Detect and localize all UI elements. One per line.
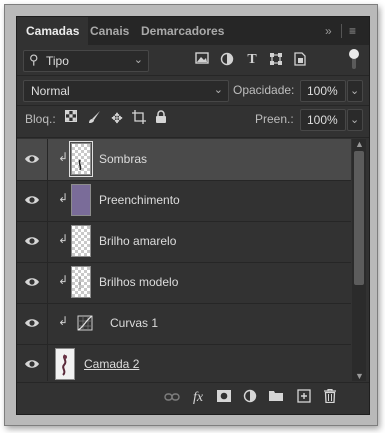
adjustment-layer-icon[interactable] (241, 389, 259, 407)
filter-toggle-switch[interactable] (349, 49, 359, 71)
link-layers-icon[interactable] (163, 389, 181, 407)
search-icon: ⚲ (29, 52, 39, 67)
layer-row-brilho-amarelo[interactable]: ↲ Brilho amarelo (17, 221, 351, 263)
opacity-dropdown[interactable]: ⌄ (347, 80, 363, 102)
toggle-knob (349, 49, 359, 59)
column-divider (47, 344, 48, 381)
layer-name[interactable]: Sombras (99, 152, 147, 166)
tab-camadas[interactable]: Camadas (17, 17, 89, 45)
eye-icon[interactable] (24, 233, 40, 249)
eye-icon[interactable] (24, 151, 40, 167)
layer-thumbnail[interactable] (71, 266, 91, 298)
opacity-label: Opacidade: (233, 83, 295, 97)
filter-kind-value: Tipo (46, 54, 69, 68)
curves-adjustment-icon[interactable] (77, 315, 93, 331)
scroll-down-icon[interactable]: ▼ (355, 371, 364, 381)
layers-panel: Camadas Canais Demarcadores » ≡ ⚲ Tipo ⌄… (16, 16, 370, 415)
tabbar-divider (341, 24, 342, 38)
divider (17, 75, 369, 76)
panel-menu-icon[interactable]: ≡ (349, 17, 356, 45)
column-divider (47, 303, 48, 344)
layer-name[interactable]: Brilhos modelo (99, 275, 178, 289)
eye-icon[interactable] (24, 192, 40, 208)
clipping-arrow-icon: ↲ (58, 232, 69, 246)
layer-row-preenchimento[interactable]: ↲ Preenchimento (17, 180, 351, 222)
column-divider (47, 180, 48, 221)
type-filter-icon[interactable]: T (244, 52, 260, 68)
blend-mode-value: Normal (31, 84, 70, 98)
scrollbar-thumb[interactable] (354, 151, 364, 285)
image-filter-icon[interactable] (194, 52, 210, 68)
layer-thumbnail[interactable] (55, 348, 75, 380)
layer-row-brilhos-modelo[interactable]: ↲ Brilhos modelo (17, 262, 351, 304)
layer-row-sombras[interactable]: ↲ Sombras (17, 139, 351, 181)
lock-artboard-icon[interactable] (131, 110, 147, 126)
chevron-down-icon: ⌄ (350, 114, 360, 126)
trash-icon[interactable] (321, 388, 339, 407)
divider (17, 105, 369, 106)
fill-label: Preen.: (255, 112, 294, 126)
column-divider (47, 221, 48, 262)
group-folder-icon[interactable] (267, 389, 285, 407)
scroll-up-icon[interactable]: ▲ (355, 139, 364, 149)
layer-row-curvas-1[interactable]: ↲ Curvas 1 (17, 303, 351, 345)
lock-position-icon[interactable]: ✥ (109, 110, 125, 126)
layer-thumbnail[interactable] (71, 225, 91, 257)
layer-name[interactable]: Camada 2 (84, 357, 139, 371)
collapse-panel-icon[interactable]: » (325, 17, 332, 45)
tab-canais[interactable]: Canais (90, 17, 129, 45)
eye-icon[interactable] (24, 315, 40, 331)
shape-filter-icon[interactable] (268, 52, 284, 68)
clipping-arrow-icon: ↲ (58, 191, 69, 205)
lock-image-pixels-icon[interactable] (86, 110, 102, 126)
fill-value: 100% (307, 113, 338, 127)
column-divider (47, 262, 48, 303)
eye-icon[interactable] (24, 356, 40, 372)
filter-kind-select[interactable]: ⚲ Tipo ⌄ (23, 50, 149, 72)
fill-dropdown[interactable]: ⌄ (347, 109, 363, 131)
fx-icon[interactable]: fx (189, 389, 207, 407)
opacity-input[interactable]: 100% (300, 80, 346, 102)
layer-name[interactable]: Preenchimento (99, 193, 180, 207)
layer-thumbnail[interactable] (69, 141, 93, 177)
chevron-down-icon: ⌄ (213, 84, 223, 96)
eye-icon[interactable] (24, 274, 40, 290)
lock-label: Bloq.: (25, 112, 56, 126)
lock-all-icon[interactable] (153, 110, 169, 126)
column-divider (47, 139, 48, 180)
clipping-arrow-icon: ↲ (58, 314, 69, 328)
layer-name[interactable]: Brilho amarelo (99, 234, 176, 248)
blend-mode-select[interactable]: Normal ⌄ (23, 80, 229, 102)
clipping-arrow-icon: ↲ (58, 150, 69, 164)
panel-tab-bar: Camadas Canais Demarcadores » ≡ (17, 17, 369, 45)
adjustment-filter-icon[interactable] (219, 52, 235, 68)
fill-input[interactable]: 100% (300, 109, 346, 131)
clipping-arrow-icon: ↲ (58, 273, 69, 287)
layer-name[interactable]: Curvas 1 (110, 316, 158, 330)
layer-list: ↲ Sombras ↲ Preenchimento ↲ Brilho amare… (17, 139, 369, 381)
layer-list-scrollbar[interactable]: ▲ ▼ (352, 139, 366, 381)
divider (17, 137, 369, 138)
new-layer-icon[interactable] (295, 389, 313, 407)
chevron-down-icon: ⌄ (133, 54, 143, 66)
layer-thumbnail[interactable] (71, 184, 91, 216)
lock-transparent-pixels-icon[interactable] (63, 110, 79, 126)
layer-row-camada-2[interactable]: Camada 2 (17, 344, 351, 381)
smart-object-filter-icon[interactable] (292, 52, 308, 68)
opacity-value: 100% (307, 84, 338, 98)
bottom-toolbar: fx (17, 383, 369, 414)
tab-demarcadores[interactable]: Demarcadores (141, 17, 224, 45)
mask-icon[interactable] (215, 389, 233, 407)
chevron-down-icon: ⌄ (350, 85, 360, 97)
